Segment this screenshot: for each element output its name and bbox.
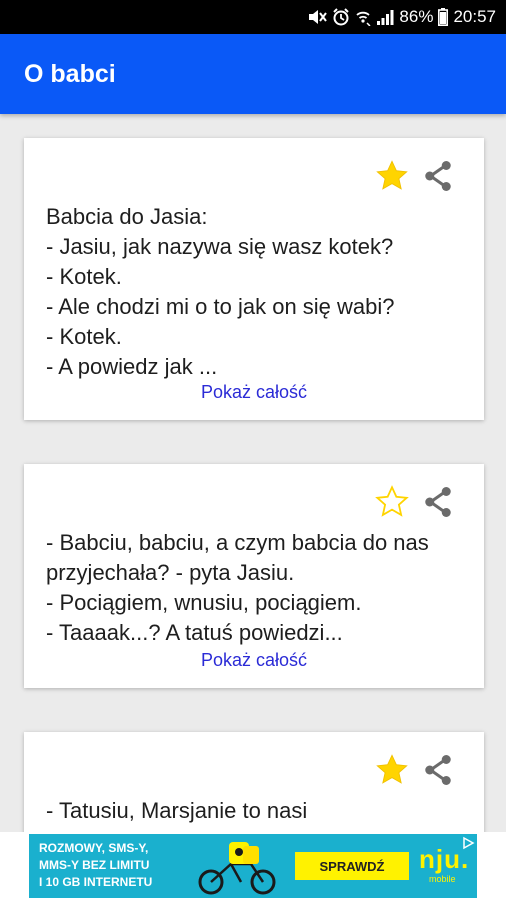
alarm-icon: [332, 8, 350, 26]
show-more-link[interactable]: Pokaż całość: [24, 382, 484, 403]
clock-time: 20:57: [453, 7, 496, 26]
signal-icon: [376, 8, 394, 26]
favorite-star-icon[interactable]: [374, 158, 410, 194]
ad-illustration-icon: [189, 838, 285, 898]
joke-card: - Tatusiu, Marsjanie to nasi: [24, 732, 484, 832]
joke-text: - Babciu, babciu, a czym babcia do nas p…: [46, 530, 429, 645]
ad-headline: ROZMOWY, SMS-Y, MMS-Y BEZ LIMITU I 10 GB…: [39, 841, 153, 889]
show-more-link[interactable]: Pokaż całość: [24, 650, 484, 671]
status-bar: 86% 20:57: [0, 0, 506, 34]
ad-banner[interactable]: ROZMOWY, SMS-Y, MMS-Y BEZ LIMITU I 10 GB…: [0, 832, 506, 900]
ad-choices-icon[interactable]: [461, 836, 475, 850]
share-icon[interactable]: [420, 752, 456, 788]
battery-icon: [438, 8, 449, 26]
share-icon[interactable]: [420, 158, 456, 194]
wifi-icon: [355, 8, 371, 26]
page-title: O babci: [24, 59, 116, 88]
joke-card: - Babciu, babciu, a czym babcia do nas p…: [24, 464, 484, 688]
ad-brand-sub: mobile: [429, 874, 456, 884]
ad-creative[interactable]: ROZMOWY, SMS-Y, MMS-Y BEZ LIMITU I 10 GB…: [29, 834, 477, 898]
favorite-star-icon[interactable]: [374, 752, 410, 788]
battery-percent: 86%: [399, 7, 434, 26]
share-icon[interactable]: [420, 484, 456, 520]
joke-text: Babcia do Jasia: - Jasiu, jak nazywa się…: [46, 204, 395, 379]
joke-card: Babcia do Jasia: - Jasiu, jak nazywa się…: [24, 138, 484, 420]
joke-text: - Tatusiu, Marsjanie to nasi: [46, 798, 308, 823]
joke-list[interactable]: Babcia do Jasia: - Jasiu, jak nazywa się…: [0, 114, 506, 832]
app-bar: O babci: [0, 34, 506, 114]
mute-icon: [307, 8, 328, 26]
favorite-star-outline-icon[interactable]: [374, 484, 410, 520]
ad-cta-button[interactable]: SPRAWDŹ: [295, 852, 409, 880]
